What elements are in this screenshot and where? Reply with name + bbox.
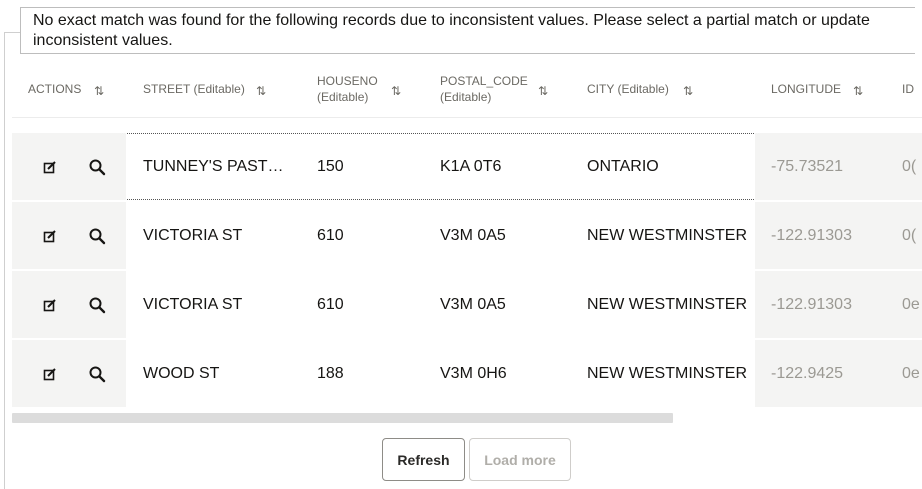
houseno-cell[interactable]: 150 [317, 133, 344, 200]
column-label: HOUSENO [317, 73, 378, 88]
column-label: POSTAL_CODE [440, 73, 528, 88]
search-icon[interactable] [85, 271, 109, 338]
sort-icon[interactable]: ⇅ [256, 84, 266, 98]
column-label: ID [902, 81, 914, 96]
edit-icon[interactable] [38, 202, 62, 269]
panel-border-left [4, 32, 5, 489]
column-header-city[interactable]: CITY (Editable) [587, 60, 669, 117]
edit-icon[interactable] [38, 133, 62, 200]
id-cell: 0e [902, 364, 920, 382]
table-row[interactable]: TUNNEY'S PAST… 150 K1A 0T6 ONTARIO -75.7… [12, 133, 922, 200]
column-label: STREET (Editable) [143, 81, 245, 96]
search-icon[interactable] [85, 202, 109, 269]
column-label-sub: (Editable) [440, 89, 492, 104]
street-cell[interactable]: WOOD ST [143, 340, 219, 407]
sort-icon[interactable]: ⇅ [94, 84, 104, 98]
column-header-id[interactable]: ID [902, 60, 914, 117]
records-grid: ACTIONS ⇅ STREET (Editable) ⇅ HOUSENO (E… [12, 60, 922, 426]
postal-code-cell[interactable]: V3M 0H6 [440, 340, 507, 407]
search-icon[interactable] [85, 340, 109, 407]
column-header-street[interactable]: STREET (Editable) [143, 60, 245, 117]
id-cell: 0( [902, 157, 917, 175]
column-label: ACTIONS [28, 81, 82, 96]
city-cell[interactable]: NEW WESTMINSTER [587, 202, 747, 269]
sort-icon[interactable]: ⇅ [391, 84, 401, 98]
column-label: CITY (Editable) [587, 81, 669, 96]
panel-border-top [4, 32, 20, 33]
sort-icon[interactable]: ⇅ [538, 84, 548, 98]
table-row[interactable]: VICTORIA ST 610 V3M 0A5 NEW WESTMINSTER … [12, 202, 922, 269]
inconsistent-values-message: No exact match was found for the followi… [20, 7, 915, 54]
edit-icon[interactable] [38, 271, 62, 338]
houseno-cell[interactable]: 610 [317, 271, 344, 338]
postal-code-cell[interactable]: V3M 0A5 [440, 202, 506, 269]
street-cell[interactable]: TUNNEY'S PAST… [143, 133, 284, 200]
edit-icon[interactable] [38, 340, 62, 407]
column-label-sub: (Editable) [317, 89, 369, 104]
street-cell[interactable]: VICTORIA ST [143, 202, 242, 269]
refresh-button[interactable]: Refresh [382, 438, 465, 481]
table-row[interactable]: VICTORIA ST 610 V3M 0A5 NEW WESTMINSTER … [12, 271, 922, 338]
longitude-cell: -122.91303 [771, 226, 852, 244]
id-cell: 0( [902, 226, 917, 244]
column-header-actions[interactable]: ACTIONS [28, 60, 81, 117]
column-label: LONGITUDE [771, 81, 842, 96]
street-cell[interactable]: VICTORIA ST [143, 271, 242, 338]
column-header-postal-code[interactable]: POSTAL_CODE (Editable) [440, 60, 528, 117]
city-cell[interactable]: NEW WESTMINSTER [587, 340, 747, 407]
column-header-houseno[interactable]: HOUSENO (Editable) [317, 60, 378, 117]
city-cell[interactable]: NEW WESTMINSTER [587, 271, 747, 338]
postal-code-cell[interactable]: V3M 0A5 [440, 271, 506, 338]
longitude-cell: -122.9425 [771, 364, 844, 382]
id-cell: 0e [902, 295, 920, 313]
grid-header: ACTIONS ⇅ STREET (Editable) ⇅ HOUSENO (E… [12, 60, 922, 118]
column-header-longitude[interactable]: LONGITUDE [771, 60, 841, 117]
longitude-cell: -75.73521 [771, 157, 844, 175]
city-cell[interactable]: ONTARIO [587, 133, 659, 200]
postal-code-cell[interactable]: K1A 0T6 [440, 133, 501, 200]
longitude-cell: -122.91303 [771, 295, 852, 313]
sort-icon[interactable]: ⇅ [683, 84, 693, 98]
horizontal-scrollbar[interactable] [12, 413, 922, 423]
table-row[interactable]: WOOD ST 188 V3M 0H6 NEW WESTMINSTER -122… [12, 340, 922, 407]
column-label-wrap: HOUSENO (Editable) [317, 73, 378, 105]
houseno-cell[interactable]: 188 [317, 340, 344, 407]
search-icon[interactable] [85, 133, 109, 200]
sort-icon[interactable]: ⇅ [853, 84, 863, 98]
column-label-wrap: POSTAL_CODE (Editable) [440, 73, 528, 105]
scrollbar-thumb[interactable] [12, 413, 673, 423]
load-more-button[interactable]: Load more [469, 438, 571, 481]
houseno-cell[interactable]: 610 [317, 202, 344, 269]
